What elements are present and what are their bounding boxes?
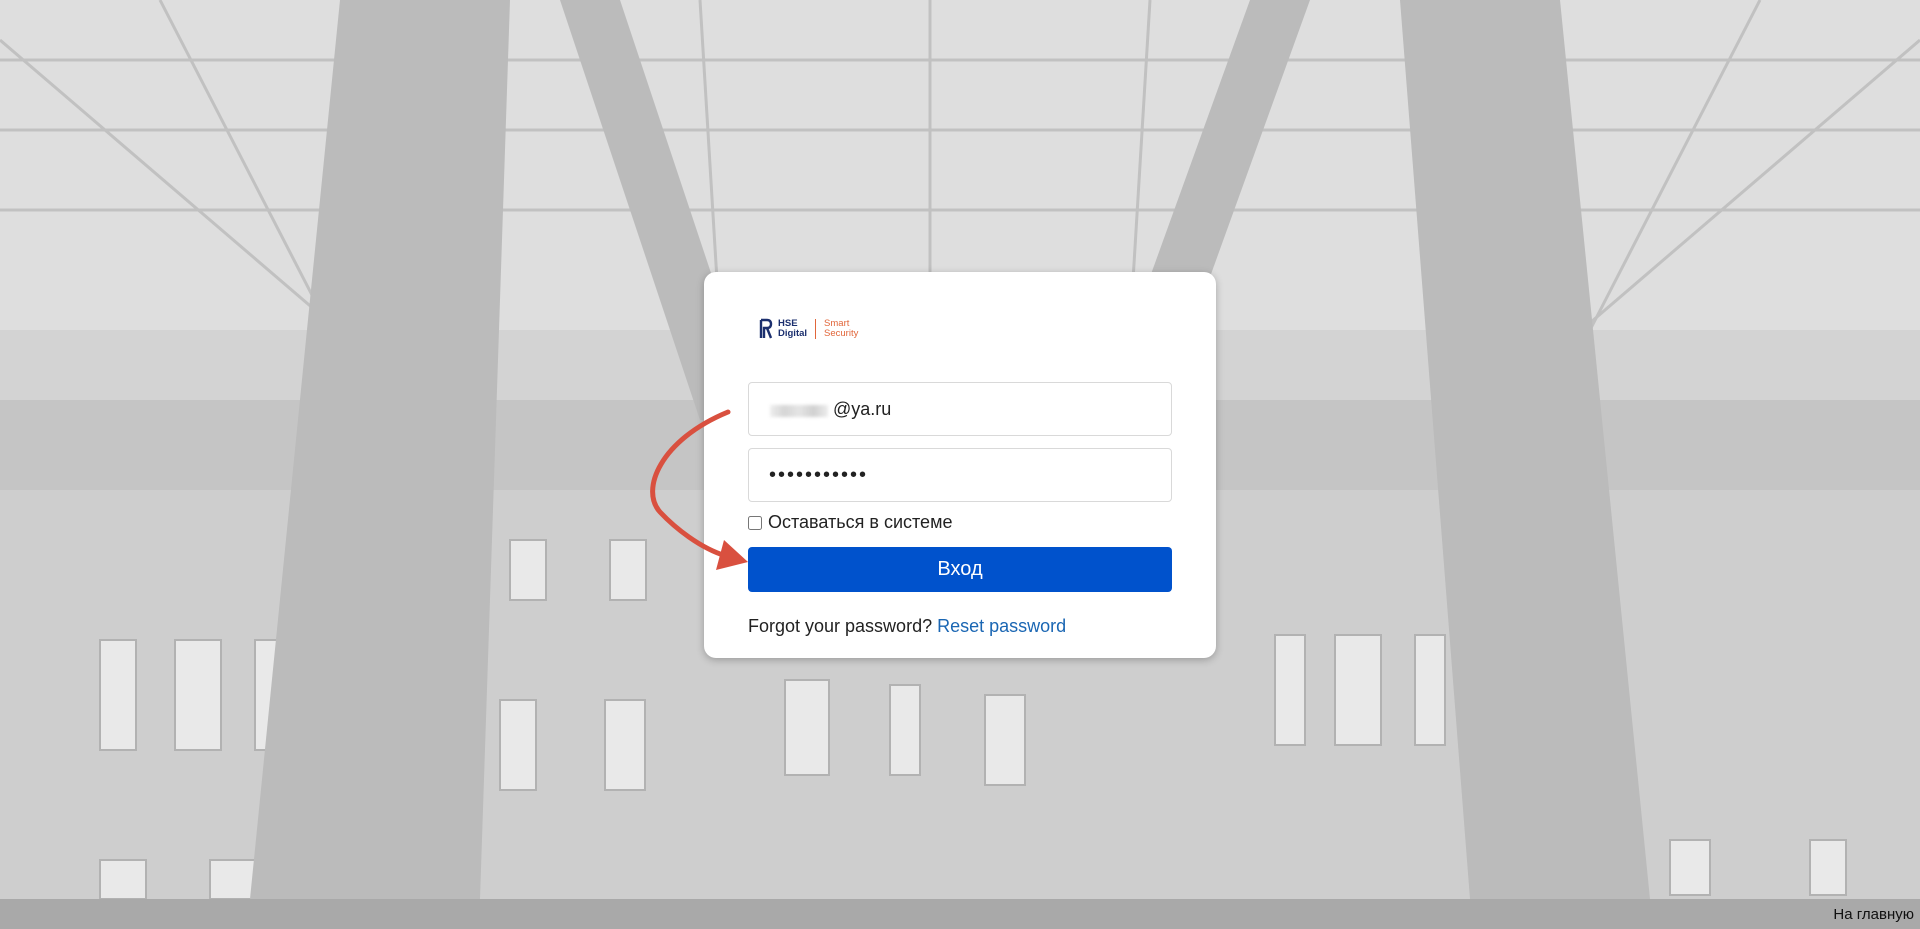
- footer-bar: На главную: [0, 899, 1920, 929]
- home-link[interactable]: На главную: [1833, 906, 1914, 923]
- password-field[interactable]: [748, 448, 1172, 502]
- remember-me[interactable]: Оставаться в системе: [748, 512, 952, 533]
- logo-separator: [815, 319, 817, 339]
- remember-me-label: Оставаться в системе: [768, 512, 953, 532]
- login-card: HSE Digital Smart Security Оставаться в …: [704, 272, 1216, 658]
- logo-hse-digital-text: HSE Digital: [778, 318, 808, 339]
- logo-smart-security-text: Smart Security: [824, 318, 859, 339]
- hse-logo-icon: [759, 318, 773, 339]
- reset-password-link[interactable]: Reset password: [937, 616, 1066, 636]
- login-page: HSE Digital Smart Security Оставаться в …: [0, 0, 1920, 929]
- forgot-password-row: Forgot your password? Reset password: [748, 616, 1066, 637]
- email-field[interactable]: [748, 382, 1172, 436]
- hse-digital-logo: HSE Digital Smart Security: [758, 316, 858, 342]
- login-button[interactable]: Вход: [748, 547, 1172, 592]
- annotation-arrow-icon: [650, 409, 748, 570]
- forgot-password-text: Forgot your password?: [748, 616, 933, 636]
